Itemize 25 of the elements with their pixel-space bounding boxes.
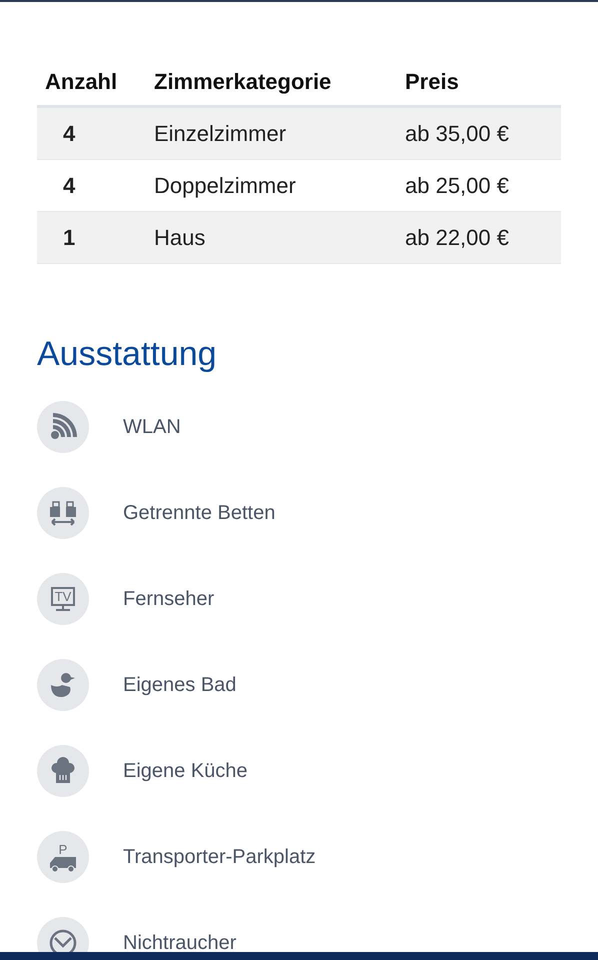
amenity-label: Eigenes Bad [123, 673, 236, 698]
amenity-label: Fernseher [123, 587, 214, 612]
table-cell-text: Einzelzimmer [154, 120, 288, 148]
wifi-icon [49, 413, 77, 441]
table-cell-text: 1 [62, 224, 76, 252]
amenity-label: Transporter-Parkplatz [123, 845, 316, 870]
no-smoking-icon [48, 928, 78, 952]
section-heading: Ausstattung [37, 334, 218, 374]
duck-icon [49, 671, 77, 699]
amenity-label: Getrennte Betten [123, 501, 276, 526]
table-cell-text: 4 [62, 120, 76, 148]
amenity-label: WLAN [123, 415, 181, 440]
table-cell-text: Haus [154, 224, 206, 252]
twin-beds-icon [47, 499, 79, 527]
table-cell-text: ab 35,00 € [405, 120, 509, 148]
column-header: Preis [405, 68, 459, 96]
table-cell-text: 4 [62, 172, 76, 200]
chef-hat-icon [51, 757, 75, 785]
table-cell-text: ab 22,00 € [405, 224, 509, 252]
table-cell-text: Doppelzimmer [154, 172, 297, 200]
table-cell-text: ab 25,00 € [405, 172, 509, 200]
column-header: Zimmerkategorie [154, 68, 332, 96]
amenity-label: Nichtraucher [123, 931, 236, 952]
amenity-label: Eigene Küche [123, 759, 248, 784]
column-header: Anzahl [44, 68, 118, 96]
